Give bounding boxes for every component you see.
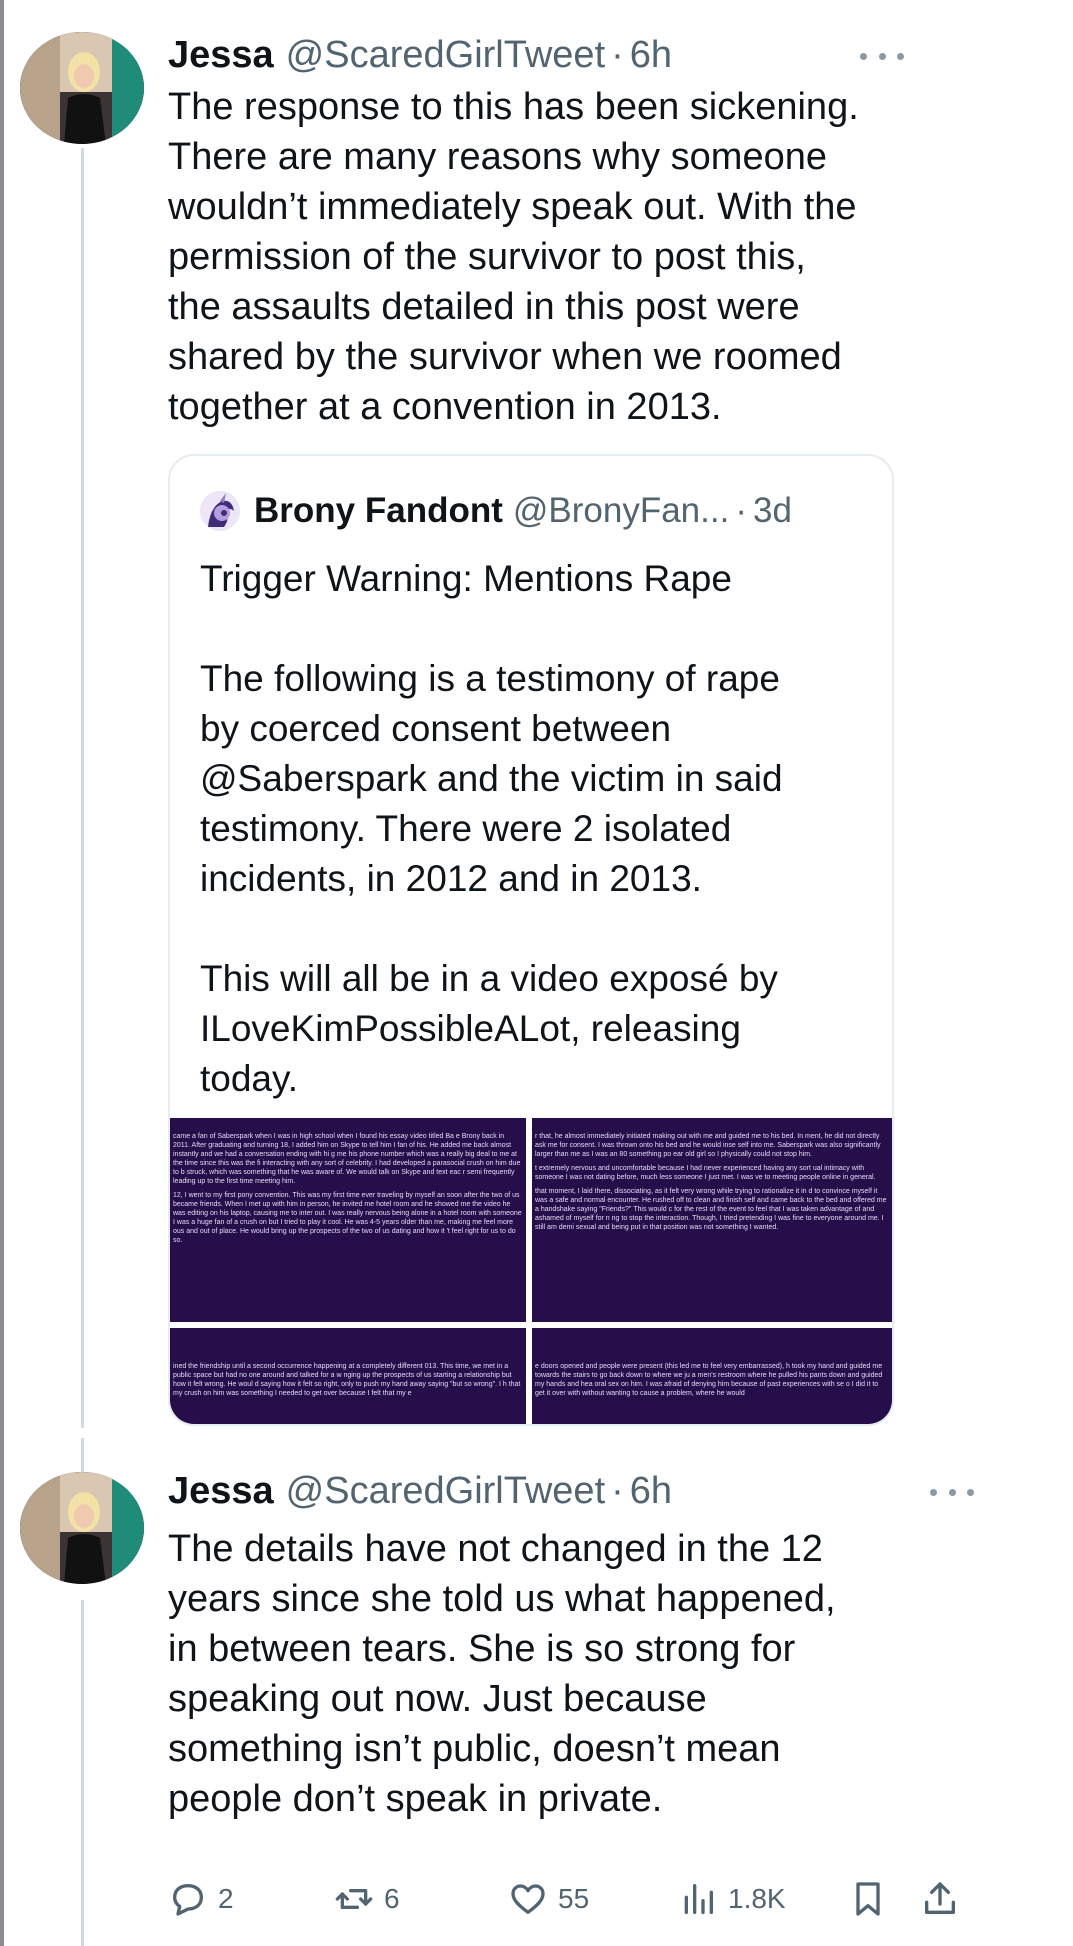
- avatar-photo: [20, 1472, 144, 1584]
- views-icon: [684, 1884, 713, 1914]
- heart-icon: [511, 1884, 545, 1914]
- like-button[interactable]: 55: [508, 1874, 589, 1924]
- bookmark-icon: [856, 1882, 880, 1916]
- quoted-avatar: [200, 491, 240, 531]
- display-name[interactable]: Jessa: [168, 34, 274, 77]
- quoted-user-handle[interactable]: @BronyFan...: [513, 491, 729, 531]
- testimony-image-2[interactable]: r that, he almost immediately initiated …: [532, 1118, 892, 1322]
- separator-dot: ·: [611, 1469, 624, 1512]
- tweet-header: Jessa @ScaredGirlTweet · 6h: [168, 1466, 953, 1516]
- tweet-text: The response to this has been sickening.…: [168, 86, 859, 428]
- quoted-display-name[interactable]: Brony Fandont: [254, 491, 503, 531]
- testimony-image-3[interactable]: ined the friendship until a second occur…: [170, 1328, 526, 1424]
- image-text: e doors opened and people were present (…: [535, 1363, 883, 1397]
- more-icon[interactable]: [860, 46, 904, 66]
- separator-dot: ·: [735, 491, 747, 530]
- repost-icon: [335, 1889, 373, 1909]
- quoted-tweet-text: Trigger Warning: Mentions Rape The follo…: [200, 558, 783, 1099]
- reply-count: 2: [218, 1883, 234, 1914]
- tweet-header: Jessa @ScaredGirlTweet · 6h: [168, 30, 953, 80]
- user-handle[interactable]: @ScaredGirlTweet: [286, 34, 605, 77]
- tweet-text: The details have not changed in the 12 y…: [168, 1528, 836, 1820]
- timestamp[interactable]: 6h: [630, 34, 672, 77]
- views-button[interactable]: 1.8K: [678, 1874, 786, 1924]
- image-grid: came a fan of Saberspark when I was in h…: [170, 1118, 892, 1424]
- image-text: t extremely nervous and uncomfortable be…: [535, 1165, 876, 1181]
- image-text: that moment, I laid there, dissociating,…: [535, 1188, 887, 1231]
- like-count: 55: [558, 1883, 590, 1914]
- testimony-image-4[interactable]: e doors opened and people were present (…: [532, 1328, 892, 1424]
- repost-count: 6: [384, 1883, 400, 1914]
- thread-connector: [81, 1438, 84, 1474]
- thread-line: [81, 148, 84, 1428]
- tweet-actions: 2 6 55 1.8K: [168, 1874, 978, 1924]
- timestamp[interactable]: 6h: [630, 1470, 672, 1513]
- testimony-image-1[interactable]: came a fan of Saberspark when I was in h…: [170, 1118, 526, 1322]
- reply-icon: [173, 1884, 203, 1916]
- window-edge: [0, 0, 4, 1946]
- user-handle[interactable]: @ScaredGirlTweet: [286, 1470, 605, 1513]
- reply-button[interactable]: 2: [168, 1874, 234, 1924]
- avatar[interactable]: [20, 32, 144, 144]
- image-text: r that, he almost immediately initiated …: [535, 1133, 881, 1158]
- share-icon: [925, 1882, 955, 1914]
- avatar[interactable]: [20, 1472, 144, 1584]
- display-name[interactable]: Jessa: [168, 1470, 274, 1513]
- image-text: came a fan of Saberspark when I was in h…: [173, 1133, 521, 1185]
- thread-line: [81, 1600, 84, 1946]
- quoted-timestamp[interactable]: 3d: [753, 491, 792, 531]
- repost-button[interactable]: 6: [334, 1874, 400, 1924]
- more-icon[interactable]: [930, 1482, 974, 1502]
- view-count: 1.8K: [728, 1883, 786, 1914]
- bookmark-button[interactable]: [848, 1874, 898, 1924]
- quoted-tweet-card[interactable]: Brony Fandont @BronyFan... · 3d Trigger …: [168, 454, 894, 1426]
- avatar-photo: [20, 32, 144, 144]
- quoted-tweet-header: Brony Fandont @BronyFan... · 3d: [200, 486, 792, 536]
- separator-dot: ·: [611, 33, 624, 76]
- image-text: 12, I went to my first pony convention. …: [173, 1192, 522, 1244]
- pony-avatar-icon: [200, 491, 240, 531]
- share-button[interactable]: [920, 1874, 970, 1924]
- image-text: ined the friendship until a second occur…: [173, 1363, 521, 1397]
